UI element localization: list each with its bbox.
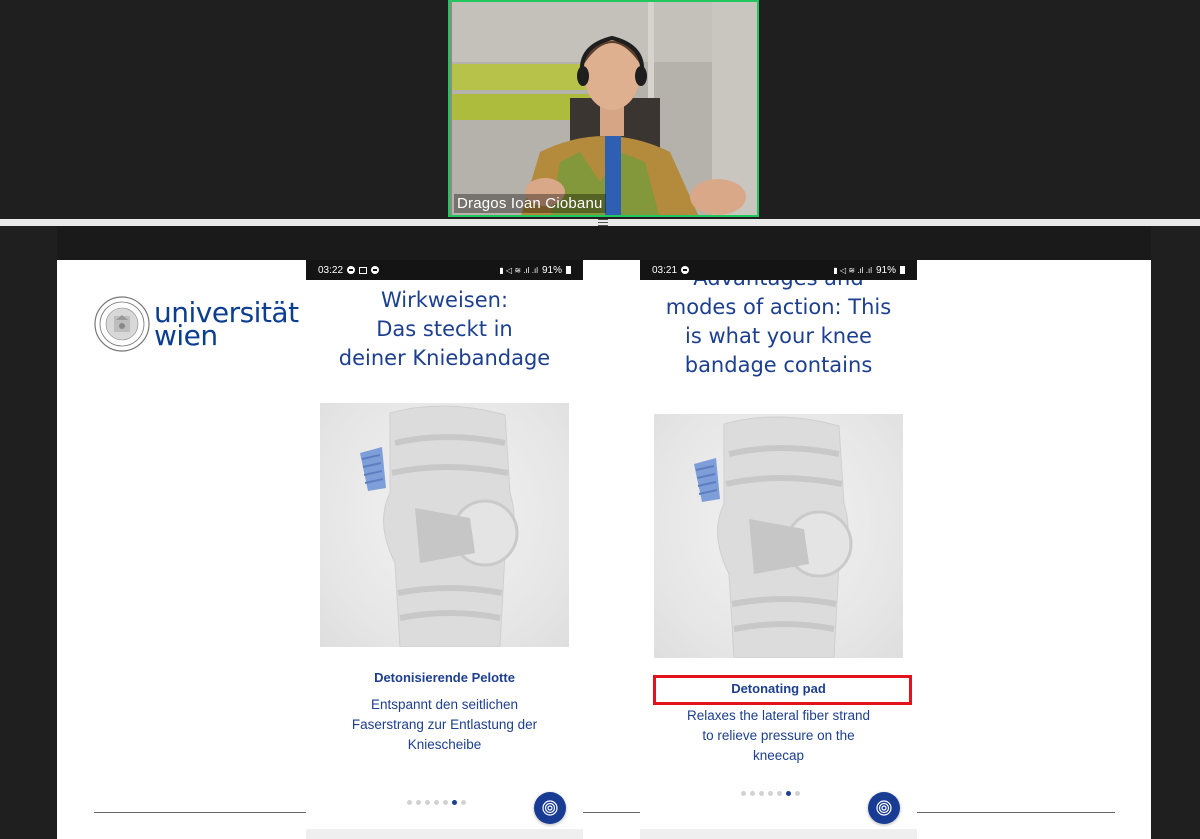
signal-icons: ▮ ◁ ≋ .ıl .ıl <box>499 265 538 275</box>
title-line: is what your knee <box>685 324 872 348</box>
university-seal-icon <box>94 296 150 352</box>
title-line: modes of action: This <box>665 295 892 319</box>
slide-divider-right <box>917 812 1115 813</box>
fingerprint-button[interactable] <box>868 792 900 824</box>
status-bar: 03:22 ▮ ◁ ≋ .ıl .ıl 91% <box>306 260 583 280</box>
university-logo: universität wien <box>94 296 299 352</box>
phone-screenshot-german: 03:22 ▮ ◁ ≋ .ıl .ıl 91% Wirkweisen: Das … <box>306 260 583 839</box>
meeting-window: Dragos Ioan Ciobanu universität wien 03:… <box>0 0 1200 839</box>
highlight-annotation <box>653 675 912 705</box>
drag-handle-icon[interactable] <box>597 218 609 226</box>
page-dot[interactable] <box>461 800 466 805</box>
screen-title: Wirkweisen: Das steckt in deiner Knieban… <box>306 286 583 373</box>
slide-divider-middle <box>583 812 641 813</box>
knee-bandage-image <box>320 403 569 647</box>
battery-icon <box>900 266 905 274</box>
page-dot[interactable] <box>434 800 439 805</box>
fingerprint-button[interactable] <box>534 792 566 824</box>
dnd-icon <box>371 266 380 274</box>
gallery-icon <box>359 266 368 274</box>
title-line: deiner Kniebandage <box>338 346 551 370</box>
nav-strip <box>306 829 583 839</box>
title-line: bandage contains <box>684 353 873 377</box>
fingerprint-icon <box>542 800 558 816</box>
participant-video-tile[interactable]: Dragos Ioan Ciobanu <box>448 0 759 217</box>
page-dot-active[interactable] <box>786 791 791 796</box>
knee-bandage-illustration <box>694 416 853 658</box>
page-dot[interactable] <box>741 791 746 796</box>
status-time: 03:21 <box>652 264 678 276</box>
nav-strip <box>640 829 917 839</box>
fingerprint-icon <box>876 800 892 816</box>
dnd-icon <box>681 266 690 274</box>
participant-name-label: Dragos Ioan Ciobanu <box>454 194 606 213</box>
knee-bandage-image <box>654 414 903 658</box>
page-dot[interactable] <box>425 800 430 805</box>
page-dot[interactable] <box>777 791 782 796</box>
signal-icons: ▮ ◁ ≋ .ıl .ıl <box>833 265 872 275</box>
page-dot[interactable] <box>750 791 755 796</box>
battery-level: 91% <box>541 264 562 276</box>
title-line: Wirkweisen: <box>380 288 509 312</box>
feature-description: Relaxes the lateral fiber strand to reli… <box>686 708 871 763</box>
page-dot[interactable] <box>759 791 764 796</box>
feature-description: Entspannt den seitlichen Faserstrang zur… <box>351 697 538 752</box>
video-feed <box>450 2 757 215</box>
title-line: Das steckt in <box>376 317 513 341</box>
page-dot[interactable] <box>416 800 421 805</box>
phone-screenshot-english: Advantages and modes of action: This is … <box>640 260 917 839</box>
pagination-dots[interactable] <box>741 791 800 796</box>
page-dot[interactable] <box>407 800 412 805</box>
page-dot[interactable] <box>443 800 448 805</box>
university-name: universität wien <box>154 299 299 350</box>
pagination-dots[interactable] <box>407 800 466 805</box>
page-dot-active[interactable] <box>452 800 457 805</box>
feature-title: Detonisierende Pelotte <box>374 670 515 685</box>
knee-bandage-illustration <box>360 405 519 647</box>
screen-title: Advantages and modes of action: This is … <box>640 264 917 380</box>
slide-divider-left <box>94 812 306 813</box>
status-time: 03:22 <box>318 264 344 276</box>
battery-level: 91% <box>875 264 896 276</box>
battery-icon <box>566 266 571 274</box>
status-bar: 03:21 ▮ ◁ ≋ .ıl .ıl 91% <box>640 260 917 280</box>
page-dot[interactable] <box>768 791 773 796</box>
page-dot[interactable] <box>795 791 800 796</box>
dnd-icon <box>347 266 356 274</box>
